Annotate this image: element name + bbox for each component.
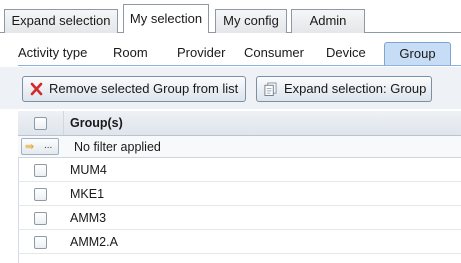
subtab-room[interactable]: Room xyxy=(113,42,148,66)
expand-selection-group-button[interactable]: Expand selection: Group xyxy=(256,76,432,102)
filter-button-dots: ... xyxy=(44,140,53,151)
group-name-cell: AMM2.A xyxy=(70,235,118,249)
select-all-checkbox[interactable] xyxy=(34,117,47,130)
top-tab-bar: Expand selection My selection My config … xyxy=(0,0,461,35)
group-name-cell: AMM3 xyxy=(70,211,107,225)
tab-admin[interactable]: Admin xyxy=(291,9,365,33)
table-row[interactable]: AMM2.A xyxy=(18,230,461,254)
row-checkbox[interactable] xyxy=(34,236,47,249)
subtab-activity-type[interactable]: Activity type xyxy=(18,42,87,66)
subtab-provider[interactable]: Provider xyxy=(177,42,225,66)
row-checkbox[interactable] xyxy=(34,188,47,201)
column-header-groups[interactable]: Group(s) xyxy=(70,111,123,136)
grid-header-row: Group(s) xyxy=(18,111,461,136)
tab-expand-selection[interactable]: Expand selection xyxy=(4,9,118,33)
row-checkbox[interactable] xyxy=(34,164,47,177)
group-name-cell: MUM4 xyxy=(70,163,107,177)
group-grid: Group(s) ⇛ ... No filter applied MUM4 MK… xyxy=(18,111,461,254)
filter-arrow-icon: ⇛ xyxy=(25,141,35,153)
group-name-cell: MKE1 xyxy=(70,187,105,201)
sub-tab-bar: Activity type Room Provider Consumer Dev… xyxy=(0,35,461,67)
subtab-group[interactable]: Group xyxy=(384,42,451,66)
subtab-underline xyxy=(18,65,461,66)
grid-filter-row: ⇛ ... No filter applied xyxy=(18,136,461,158)
table-row[interactable]: MKE1 xyxy=(18,182,461,206)
red-x-icon xyxy=(30,82,43,96)
table-row[interactable]: AMM3 xyxy=(18,206,461,230)
remove-group-label: Remove selected Group from list xyxy=(49,81,239,96)
expand-selection-label: Expand selection: Group xyxy=(284,81,427,96)
subtab-device[interactable]: Device xyxy=(326,42,366,66)
tab-my-selection[interactable]: My selection xyxy=(123,4,209,33)
filter-status-text: No filter applied xyxy=(74,140,161,154)
toolbar: Remove selected Group from list Expand s… xyxy=(0,67,461,109)
remove-group-button[interactable]: Remove selected Group from list xyxy=(22,76,246,102)
column-separator xyxy=(63,111,64,135)
table-row[interactable]: MUM4 xyxy=(18,158,461,182)
subtab-consumer[interactable]: Consumer xyxy=(244,42,304,66)
row-checkbox[interactable] xyxy=(34,212,47,225)
document-icon xyxy=(264,82,277,96)
tab-my-config[interactable]: My config xyxy=(215,9,287,33)
filter-button[interactable]: ⇛ ... xyxy=(21,138,59,155)
